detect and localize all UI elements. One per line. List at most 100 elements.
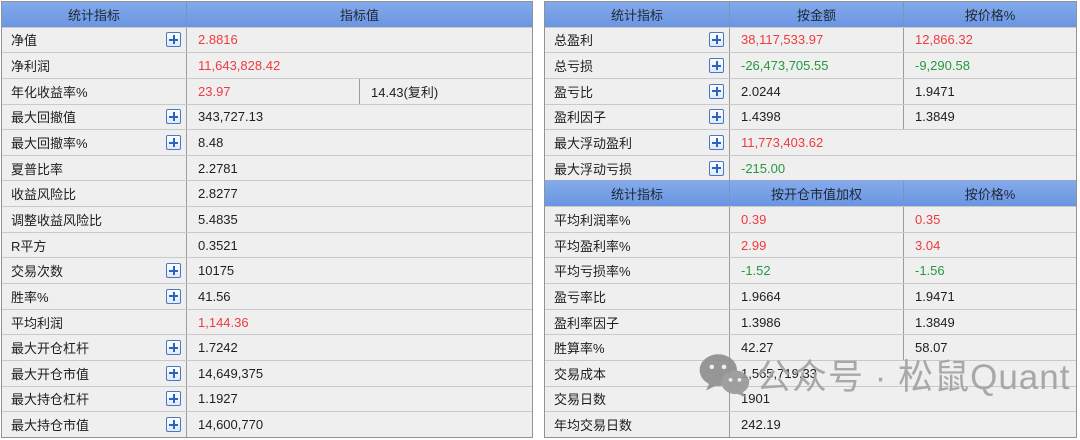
table-row: 胜率% 41.56: [2, 283, 532, 309]
row-value-cell: 10175: [187, 258, 532, 283]
row-label: R平方: [11, 238, 47, 254]
row-value-cell: 23.97: [187, 78, 360, 104]
row-label-cell: 交易成本: [545, 360, 730, 386]
row-value: 11,773,403.62: [741, 135, 824, 151]
row-label-cell: 夏普比率: [2, 155, 187, 181]
expand-icon[interactable]: [166, 135, 181, 151]
row-value-cell: 8.48: [187, 130, 532, 155]
row-label: 盈利因子: [554, 110, 607, 126]
row-label: 最大浮动亏损: [554, 161, 633, 177]
expand-icon[interactable]: [166, 340, 181, 356]
row-label: 最大开仓市值: [11, 366, 90, 382]
row-label: 平均亏损率%: [554, 264, 631, 280]
row-value: -1.56: [915, 263, 945, 279]
row-value: 38,117,533.97: [741, 32, 824, 48]
expand-icon[interactable]: [709, 135, 724, 151]
header-label: 按开仓市值加权: [770, 187, 862, 203]
row-value-cell: 1.3986: [730, 309, 904, 335]
row-value: 2.8816: [198, 32, 238, 48]
row-value-cell: 1.9664: [730, 284, 904, 309]
table-row: 平均亏损率% -1.52 -1.56: [545, 257, 1076, 284]
row-label: 净值: [11, 33, 38, 49]
row-value-cell: -1.56: [904, 258, 1076, 283]
row-label-cell: 最大回撤值: [2, 104, 187, 130]
row-value: 1.1927: [198, 391, 238, 407]
table-row: 最大持仓市值 14,600,770: [2, 411, 532, 437]
row-value: 0.39: [741, 211, 767, 227]
table-row: 最大浮动盈利 11,773,403.62: [545, 129, 1076, 155]
table-row: 平均盈利率% 2.99 3.04: [545, 231, 1076, 258]
row-value-cell: 14,600,770: [187, 412, 532, 437]
expand-icon[interactable]: [166, 109, 181, 125]
expand-icon[interactable]: [709, 109, 724, 125]
table-row: 夏普比率 2.2781: [2, 154, 532, 181]
row-value: 5.4835: [198, 211, 238, 227]
row-value: 1901: [741, 391, 770, 407]
row-value-cell: 38,117,533.97: [730, 27, 904, 53]
row-label: 平均盈利率%: [554, 238, 631, 254]
row-value-cell: -9,290.58: [904, 53, 1076, 78]
row-value: 1.9471: [915, 288, 955, 304]
row-value: -215.00: [741, 160, 786, 176]
row-label: 调整收益风险比: [11, 212, 103, 228]
row-label-cell: 净利润: [2, 53, 187, 78]
expand-icon[interactable]: [709, 160, 724, 176]
row-value-cell: 5.4835: [187, 207, 532, 232]
expand-icon[interactable]: [166, 391, 181, 407]
row-label: 平均利润率%: [554, 212, 631, 228]
row-value-cell: 0.3521: [187, 233, 532, 258]
table-row: 盈亏率比 1.9664 1.9471: [545, 283, 1076, 309]
table-row: 最大回撤率% 8.48: [2, 129, 532, 155]
table-row: 盈利因子 1.4398 1.3849: [545, 103, 1076, 130]
row-value: 343,727.13: [198, 109, 264, 125]
header-label: 统计指标: [610, 187, 663, 203]
expand-icon[interactable]: [166, 263, 181, 279]
header-label: 按金额: [796, 7, 836, 23]
row-label: 交易日数: [554, 392, 607, 408]
row-label-cell: 胜率%: [2, 284, 187, 309]
row-label-cell: 最大开仓杠杆: [2, 335, 187, 360]
expand-icon[interactable]: [166, 417, 181, 433]
row-value-cell: -1.52: [730, 258, 904, 284]
expand-icon[interactable]: [166, 288, 181, 304]
row-label: 盈利率因子: [554, 315, 620, 331]
header-label: 按价格%: [964, 187, 1016, 203]
expand-icon[interactable]: [166, 365, 181, 381]
row-value: 10175: [198, 263, 235, 279]
row-value: 1.9471: [915, 83, 955, 99]
header-cell: 按价格%: [904, 181, 1076, 206]
row-value: 1,144.36: [198, 314, 249, 330]
row-label-cell: 平均利润: [2, 309, 187, 335]
table-row: 最大回撤值 343,727.13: [2, 103, 532, 130]
row-label-cell: 交易日数: [545, 386, 730, 412]
table-row: 总亏损 -26,473,705.55 -9,290.58: [545, 52, 1076, 78]
row-label-cell: 收益风险比: [2, 181, 187, 207]
row-label-cell: 胜算率%: [545, 335, 730, 360]
row-value: 8.48: [198, 135, 224, 151]
row-value-cell: 2.2781: [187, 156, 532, 181]
table-row: 净利润 11,643,828.42: [2, 52, 532, 78]
header-cell: 按开仓市值加权: [730, 181, 904, 207]
header-cell: 按金额: [730, 2, 904, 27]
row-label: 年均交易日数: [554, 418, 633, 434]
row-label: 交易次数: [11, 264, 64, 280]
expand-icon[interactable]: [709, 32, 724, 48]
row-value-cell: 1.7242: [187, 335, 532, 360]
row-label-cell: 年化收益率%: [2, 78, 187, 104]
row-label-cell: R平方: [2, 232, 187, 258]
expand-icon[interactable]: [709, 58, 724, 74]
row-label: 年化收益率%: [11, 84, 88, 100]
row-label-cell: 盈亏率比: [545, 284, 730, 309]
header-cell: 指标值: [187, 2, 532, 27]
header-cell: 统计指标: [2, 2, 187, 27]
row-value-cell: 2.0244: [730, 78, 904, 104]
row-label-cell: 最大回撤率%: [2, 130, 187, 155]
row-label: 胜率%: [11, 289, 49, 305]
expand-icon[interactable]: [709, 83, 724, 99]
table-row: 年化收益率% 23.97 14.43(复利): [2, 77, 532, 104]
expand-icon[interactable]: [166, 32, 181, 48]
row-value: 11,643,828.42: [198, 58, 281, 74]
row-value-cell: 1901: [730, 387, 1076, 412]
row-value-cell: 2.8277: [187, 181, 532, 206]
row-label: 胜算率%: [554, 341, 605, 357]
